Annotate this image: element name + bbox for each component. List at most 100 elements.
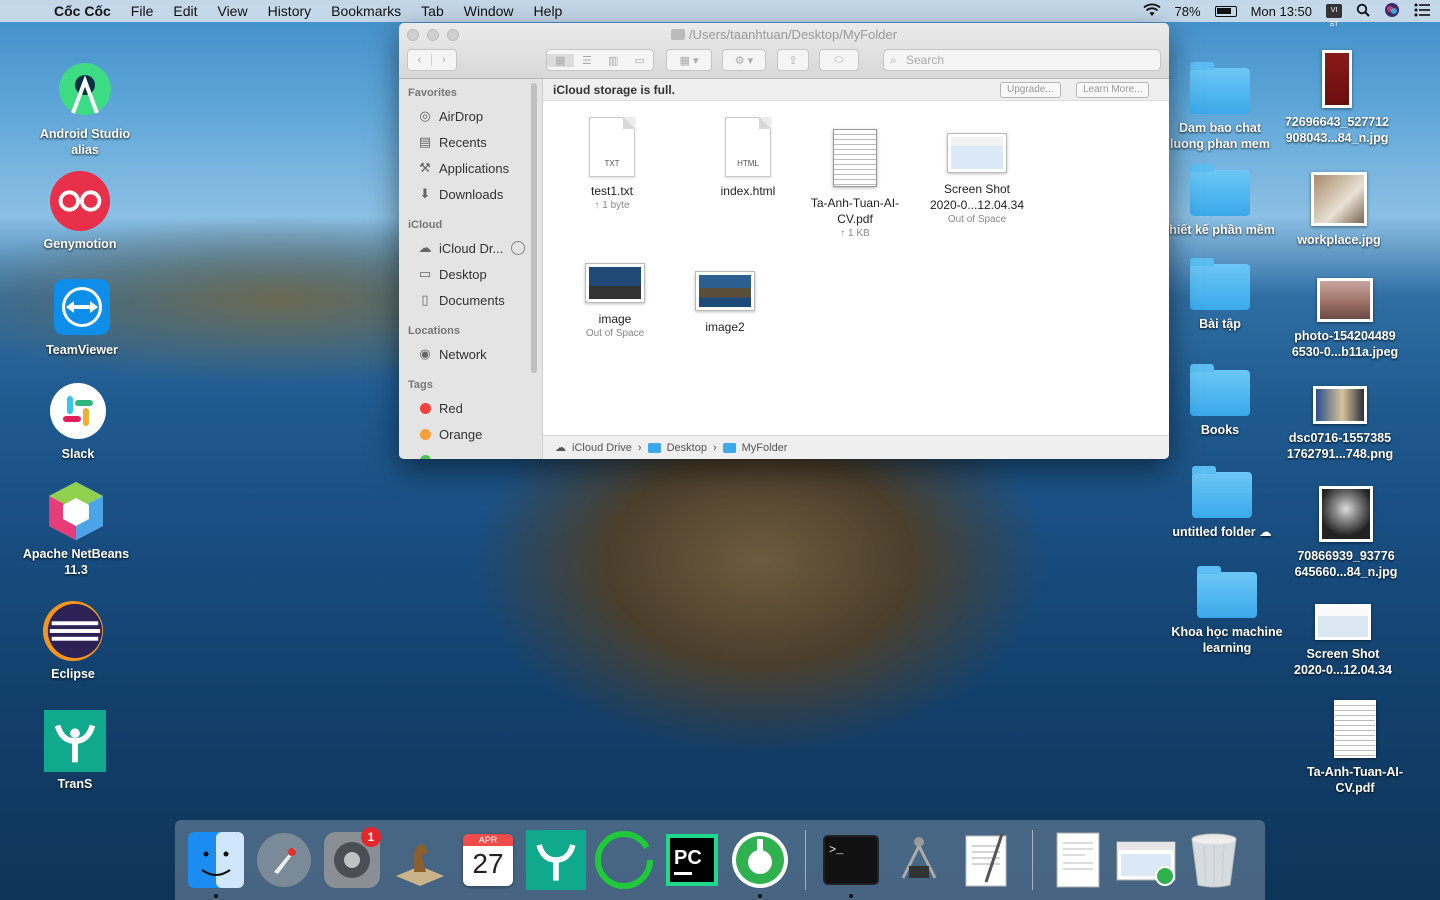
dock-chess[interactable] xyxy=(389,829,451,891)
trans-icon xyxy=(526,830,586,890)
dock-calendar[interactable]: APR 27 xyxy=(457,829,519,891)
red-tag-icon xyxy=(419,402,431,414)
dock-textedit[interactable] xyxy=(956,829,1018,891)
app-menu[interactable]: Cốc Cốc xyxy=(54,3,111,19)
tags-button[interactable]: ⬭ xyxy=(819,49,859,71)
sidebar-item-airdrop[interactable]: ◎ AirDrop xyxy=(399,103,542,129)
teamviewer-icon xyxy=(51,276,113,338)
menu-view[interactable]: View xyxy=(217,3,247,19)
desktop-icon-genymotion[interactable]: Genymotion xyxy=(20,170,140,252)
dock-loading-app[interactable] xyxy=(593,829,655,891)
desktop-label: Apache NetBeans xyxy=(22,547,130,561)
file-item-test1[interactable]: TXT test1.txt ↑ 1 byte xyxy=(552,117,672,212)
desktop-file[interactable]: workplace.jpg xyxy=(1279,172,1399,248)
green-tag-icon xyxy=(419,454,431,459)
battery-icon[interactable] xyxy=(1214,5,1237,17)
file-item-index-html[interactable]: HTML index.html xyxy=(688,117,808,199)
desktop-folder[interactable]: thiết kế phần mềm xyxy=(1160,162,1280,238)
sidebar-item-tag-red[interactable]: Red xyxy=(399,395,542,421)
list-view-icon[interactable]: ☰ xyxy=(574,54,601,67)
desktop-file[interactable]: 72696643_527712 908043...84_n.jpg xyxy=(1277,50,1397,146)
desktop-icon-eclipse[interactable]: Eclipse xyxy=(13,600,133,682)
input-source-icon[interactable]: VI ST xyxy=(1326,4,1342,28)
siri-icon[interactable] xyxy=(1384,2,1400,21)
dock-trans[interactable] xyxy=(525,829,587,891)
folder-icon xyxy=(1192,466,1252,518)
sidebar-item-documents[interactable]: ▯ Documents xyxy=(399,287,542,313)
document-icon xyxy=(1056,832,1100,888)
sidebar-item-applications[interactable]: ⚒ Applications xyxy=(399,155,542,181)
wifi-icon[interactable] xyxy=(1142,3,1161,20)
menu-history[interactable]: History xyxy=(268,3,312,19)
file-item-image2[interactable]: image2 xyxy=(665,271,785,335)
forward-icon[interactable]: › xyxy=(432,54,456,66)
file-item-cv-pdf[interactable]: Ta-Anh-Tuan-AI- CV.pdf ↑ 1 KB xyxy=(795,129,915,240)
desktop-icon-slack[interactable]: Slack xyxy=(18,380,138,462)
orange-tag-icon xyxy=(419,428,431,440)
view-mode-buttons[interactable]: ▦ ☰ ▥ ▭ xyxy=(546,49,654,71)
dock-terminal[interactable]: >_ xyxy=(820,829,882,898)
path-segment[interactable]: Desktop xyxy=(667,442,707,454)
menu-window[interactable]: Window xyxy=(464,3,514,19)
folder-icon xyxy=(1190,258,1250,310)
dock-coccoc[interactable] xyxy=(729,829,791,898)
menu-edit[interactable]: Edit xyxy=(173,3,197,19)
clock[interactable]: Mon 13:50 xyxy=(1251,4,1312,19)
sidebar-scrollbar[interactable] xyxy=(531,83,537,373)
sidebar-item-icloud-drive[interactable]: ☁ iCloud Dr... xyxy=(399,235,542,261)
column-view-icon[interactable]: ▥ xyxy=(600,54,627,67)
file-item-image[interactable]: image Out of Space xyxy=(555,263,675,340)
path-segment[interactable]: MyFolder xyxy=(742,442,788,454)
gallery-view-icon[interactable]: ▭ xyxy=(627,54,654,67)
dock-trash[interactable] xyxy=(1183,829,1245,891)
dock-pycharm[interactable]: PC xyxy=(661,829,723,891)
notification-center-icon[interactable] xyxy=(1414,3,1430,20)
desktop-folder[interactable]: Books xyxy=(1160,362,1280,438)
back-icon[interactable]: ‹ xyxy=(408,54,433,66)
action-button[interactable]: ⚙ ▾ xyxy=(722,49,766,71)
learn-more-button[interactable]: Learn More... xyxy=(1076,82,1150,98)
sidebar-item-recents[interactable]: ▤ Recents xyxy=(399,129,542,155)
desktop-folder[interactable]: Bài tập xyxy=(1160,256,1280,332)
dock-finder[interactable] xyxy=(185,829,247,898)
menu-tab[interactable]: Tab xyxy=(421,3,444,19)
menu-bookmarks[interactable]: Bookmarks xyxy=(331,3,401,19)
desktop-icon-teamviewer[interactable]: TeamViewer xyxy=(22,276,142,358)
desktop-icon: ▭ xyxy=(418,266,432,281)
back-forward-buttons[interactable]: ‹ › xyxy=(407,49,457,71)
file-item-screen-shot[interactable]: Screen Shot 2020-0...12.04.34 Out of Spa… xyxy=(917,133,1037,226)
desktop-folder[interactable]: Dam bao chat luong phan mem xyxy=(1160,60,1280,152)
search-field[interactable]: ⌕ Search xyxy=(883,49,1161,71)
dock-system-preferences[interactable]: 1 xyxy=(321,827,383,891)
sidebar-item-downloads[interactable]: ⬇ Downloads xyxy=(399,181,542,207)
desktop-icon-android-studio[interactable]: Android Studio alias xyxy=(25,60,145,158)
desktop-file[interactable]: Screen Shot 2020-0...12.04.34 xyxy=(1283,604,1403,678)
upgrade-button[interactable]: Upgrade... xyxy=(1000,82,1061,98)
menu-file[interactable]: File xyxy=(131,3,154,19)
dock-system-information[interactable] xyxy=(888,829,950,891)
desktop-file[interactable]: photo-154204489 6530-0...b11a.jpeg xyxy=(1285,278,1405,360)
desktop-file[interactable]: 70866939_93776 645660...84_n.jpg xyxy=(1286,486,1406,580)
image-file-icon xyxy=(695,271,755,311)
desktop-file[interactable]: dsc0716-1557385 1762791...748.png xyxy=(1280,386,1400,462)
desktop-label: 11.3 xyxy=(64,563,88,577)
desktop-folder[interactable]: Khoa học machine learning xyxy=(1167,564,1287,656)
icon-view-icon[interactable]: ▦ xyxy=(547,53,574,67)
sidebar-item-network[interactable]: ◉ Network xyxy=(399,341,542,367)
spotlight-icon[interactable] xyxy=(1356,3,1370,20)
desktop-folder[interactable]: untitled folder ☁ xyxy=(1162,464,1282,540)
share-button[interactable]: ⇧ xyxy=(777,49,809,71)
sidebar-item-tag-orange[interactable]: Orange xyxy=(399,421,542,447)
menu-help[interactable]: Help xyxy=(534,3,563,19)
group-by-button[interactable]: ▦ ▾ xyxy=(666,49,712,71)
sidebar-item-tag-partial[interactable] xyxy=(399,447,542,459)
tag-icon: ⬭ xyxy=(834,53,844,66)
path-segment[interactable]: iCloud Drive xyxy=(572,442,632,454)
sidebar-item-desktop[interactable]: ▭ Desktop xyxy=(399,261,542,287)
dock-downloads-stack[interactable] xyxy=(1115,829,1177,891)
dock-recent-document[interactable] xyxy=(1047,829,1109,891)
desktop-icon-netbeans[interactable]: Apache NetBeans 11.3 xyxy=(16,480,136,578)
dock-launchpad[interactable] xyxy=(253,829,315,891)
desktop-icon-trans[interactable]: TranS xyxy=(15,710,135,792)
desktop-file[interactable]: Ta-Anh-Tuan-AI- CV.pdf xyxy=(1295,700,1415,796)
